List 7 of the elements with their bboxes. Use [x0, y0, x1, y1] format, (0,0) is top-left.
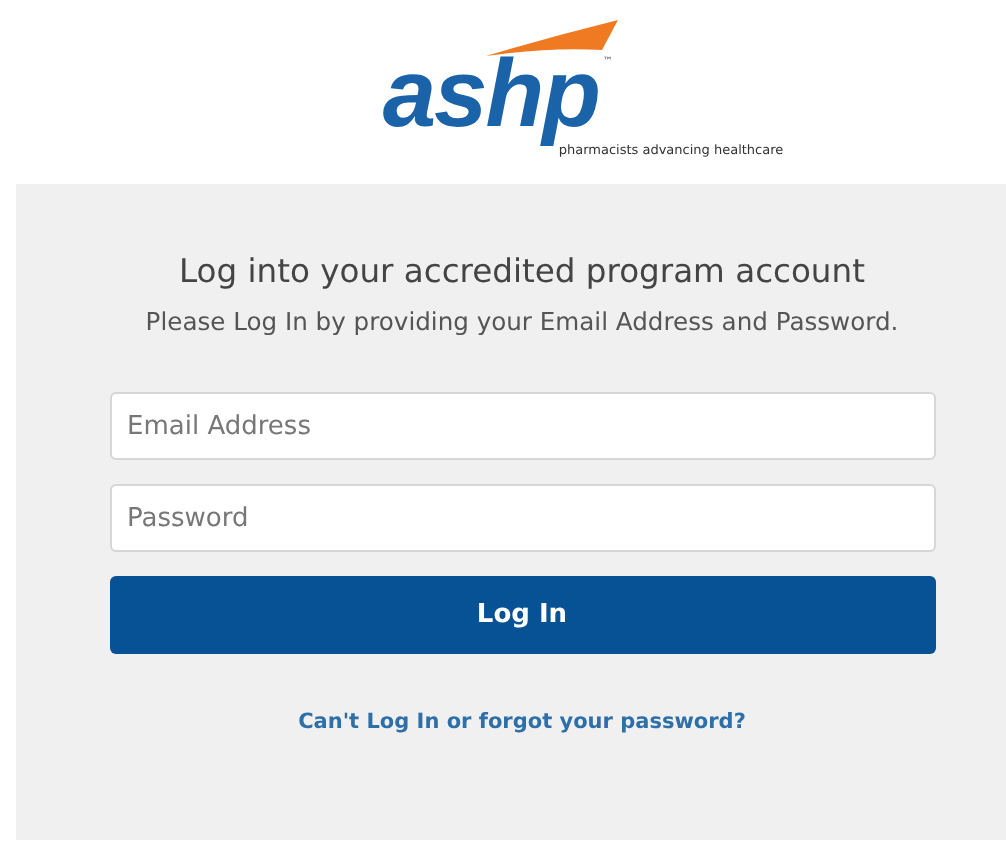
password-field[interactable]: Password: [109, 484, 935, 552]
login-subtitle: Please Log In by providing your Email Address and Password.: [145, 308, 899, 336]
swoosh-icon: [486, 20, 619, 56]
email-field[interactable]: Email Address: [109, 392, 935, 460]
forgot-password-link[interactable]: Can't Log In or forgot your password?: [298, 710, 746, 734]
login-button[interactable]: Log In: [109, 576, 935, 654]
login-title: Log into your accredited program account: [179, 252, 865, 290]
